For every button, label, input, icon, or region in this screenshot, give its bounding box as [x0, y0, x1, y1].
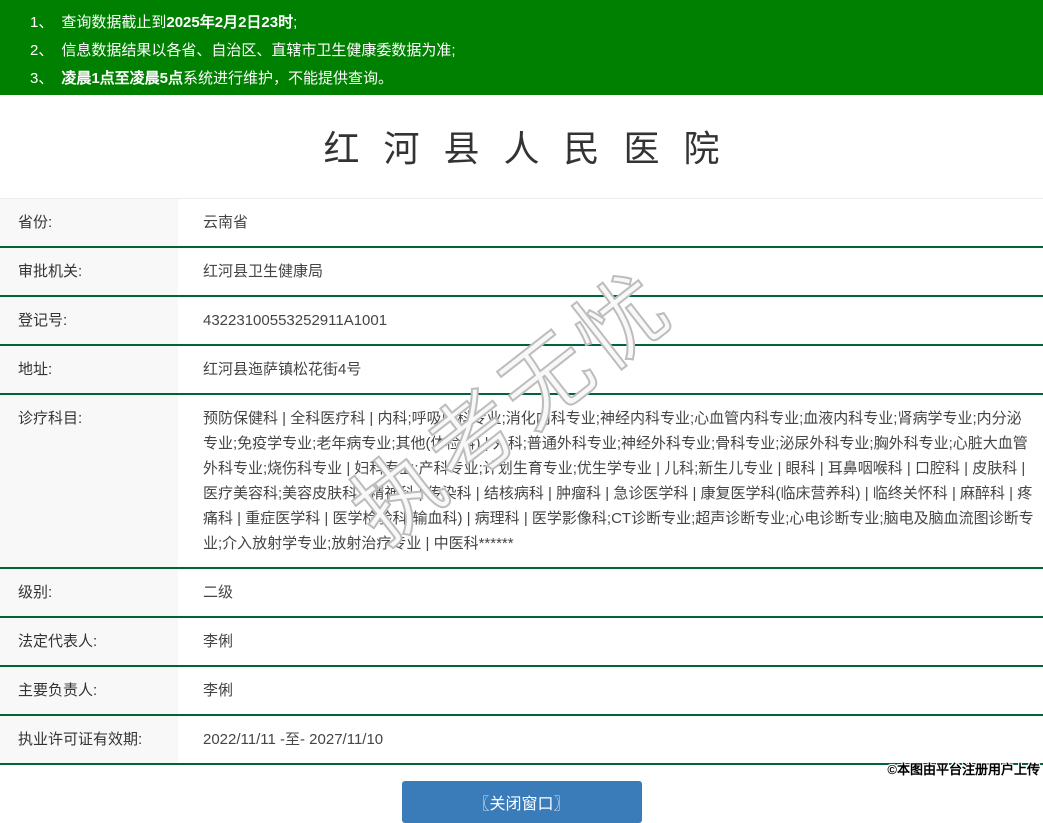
row-value: 李俐 [203, 682, 234, 699]
row-label: 审批机关: [0, 248, 178, 295]
hospital-info-table: 省份: 云南省审批机关: 红河县卫生健康局登记号: 43223100553252911… [0, 198, 1043, 765]
table-row: 执业许可证有效期: 2022/11/11 -至- 2027/11/10 [0, 716, 1043, 765]
row-value: 云南省 [203, 214, 249, 231]
notice-item-number: 1、 [30, 14, 54, 31]
table-row: 审批机关: 红河县卫生健康局 [0, 248, 1043, 297]
notice-item-text: 信息数据结果以各省、自治区、直辖市卫生健康委数据为准; [61, 42, 456, 59]
row-label: 执业许可证有效期: [0, 716, 178, 763]
notice-item-text: 查询数据截止到2025年2月2日23时; [61, 14, 298, 31]
table-row: 登记号: 43223100553252911A1001 [0, 297, 1043, 346]
uploader-attribution: ©本图由平台注册用户上传 [887, 762, 1040, 777]
row-value: 红河县迤萨镇松花街4号 [203, 361, 362, 378]
row-label: 级别: [0, 569, 178, 616]
table-row: 主要负责人: 李俐 [0, 667, 1043, 716]
row-value: 预防保健科 | 全科医疗科 | 内科;呼吸内科专业;消化内科专业;神经内科专业;… [203, 410, 1034, 552]
table-row: 级别: 二级 [0, 569, 1043, 618]
table-row: 法定代表人: 李俐 [0, 618, 1043, 667]
row-value: 红河县卫生健康局 [203, 263, 324, 280]
row-value: 2022/11/11 -至- 2027/11/10 [203, 731, 384, 748]
row-value: 43223100553252911A1001 [203, 312, 388, 329]
notice-banner: 1、 查询数据截止到2025年2月2日23时; 2、 信息数据结果以各省、自治区、直辖… [0, 0, 1043, 95]
notice-item: 3、 凌晨1点至凌晨5点系统进行维护，不能提供查询。 [30, 65, 1033, 93]
table-row: 诊疗科目: 预防保健科 | 全科医疗科 | 内科;呼吸内科专业;消化内科专业;神经… [0, 395, 1043, 569]
row-label: 登记号: [0, 297, 178, 344]
notice-item-number: 3、 [30, 70, 54, 87]
button-row: 〖关闭窗口〗 [0, 781, 1043, 823]
row-label: 法定代表人: [0, 618, 178, 665]
notice-list: 1、 查询数据截止到2025年2月2日23时; 2、 信息数据结果以各省、自治区、直辖… [30, 9, 1033, 93]
notice-item: 2、 信息数据结果以各省、自治区、直辖市卫生健康委数据为准; [30, 37, 1033, 65]
row-label: 省份: [0, 199, 178, 246]
hospital-name-title: 红河县人民医院 [323, 128, 744, 169]
row-label: 地址: [0, 346, 178, 393]
row-label: 诊疗科目: [0, 395, 178, 567]
table-row: 地址: 红河县迤萨镇松花街4号 [0, 346, 1043, 395]
table-row: 省份: 云南省 [0, 199, 1043, 248]
row-label: 主要负责人: [0, 667, 178, 714]
close-window-button[interactable]: 〖关闭窗口〗 [401, 781, 642, 823]
notice-item-number: 2、 [30, 42, 54, 59]
row-value: 二级 [203, 584, 234, 601]
notice-item: 1、 查询数据截止到2025年2月2日23时; [30, 9, 1033, 37]
row-value: 李俐 [203, 633, 234, 650]
notice-item-text: 凌晨1点至凌晨5点系统进行维护，不能提供查询。 [61, 70, 394, 87]
